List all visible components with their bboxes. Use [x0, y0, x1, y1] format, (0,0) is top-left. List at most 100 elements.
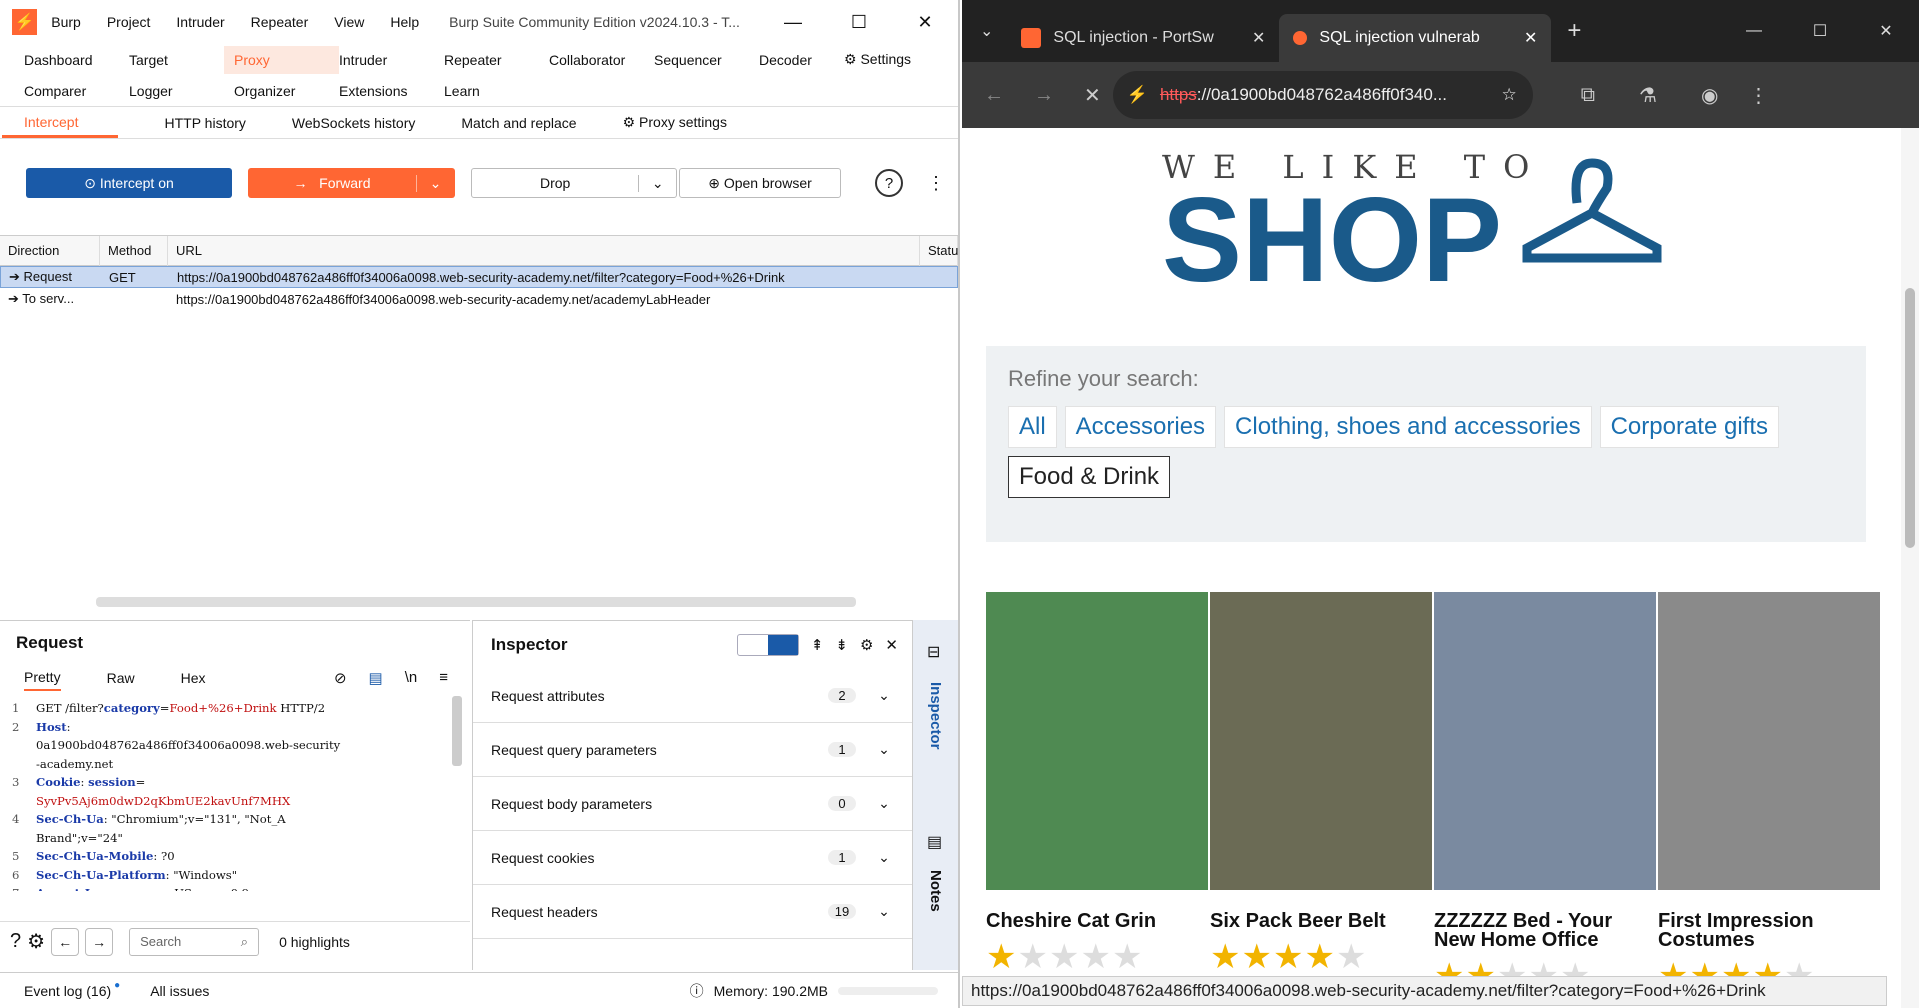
product-image[interactable]	[1434, 592, 1658, 890]
chrome-menu-icon[interactable]: ⋮	[1748, 83, 1768, 108]
settings-icon[interactable]: ⚙	[27, 929, 45, 954]
tab-learn[interactable]: Learn	[444, 83, 549, 99]
product-image[interactable]	[986, 592, 1210, 890]
extensions-icon[interactable]: ⧉	[1581, 84, 1595, 107]
tab-target[interactable]: Target	[129, 52, 234, 68]
close-tab-icon[interactable]: ✕	[1252, 28, 1265, 48]
inspector-section[interactable]: Request cookies 1 ⌄	[473, 831, 912, 885]
newline-icon[interactable]: \n	[405, 669, 418, 687]
menu-intruder[interactable]: Intruder	[176, 14, 224, 30]
tab-logger[interactable]: Logger	[129, 83, 234, 99]
tab-repeater[interactable]: Repeater	[444, 52, 549, 68]
address-bar[interactable]: ⚡ https://0a1900bd048762a486ff0f340... ☆	[1112, 71, 1533, 119]
menu-repeater[interactable]: Repeater	[251, 14, 309, 30]
close-tab-icon[interactable]: ✕	[1524, 28, 1537, 48]
table-row[interactable]: ➔ Request GET https://0a1900bd048762a486…	[0, 266, 958, 288]
collapse-icon[interactable]: ⇟	[835, 636, 848, 654]
settings-button[interactable]: ⚙ Settings	[844, 51, 911, 68]
col-url[interactable]: URL	[168, 235, 920, 266]
col-direction[interactable]: Direction	[0, 235, 100, 266]
search-input[interactable]: Search ⌕	[129, 927, 260, 956]
browser-tab-active[interactable]: SQL injection vulnerab ✕	[1279, 14, 1552, 62]
chevron-down-icon[interactable]: ⌄	[856, 849, 912, 866]
chevron-down-icon[interactable]: ⌄	[856, 795, 912, 812]
product-image[interactable]	[1210, 592, 1434, 890]
editor-scrollbar[interactable]	[452, 696, 462, 766]
maximize-icon[interactable]: ☐	[1787, 21, 1853, 41]
product-card[interactable]: Cheshire Cat Grin ★★★★★	[986, 592, 1210, 996]
help-icon[interactable]: ?	[875, 169, 903, 197]
inspector-section[interactable]: Request body parameters 0 ⌄	[473, 777, 912, 831]
subtab-match-replace[interactable]: Match and replace	[461, 115, 576, 131]
scrollbar-thumb[interactable]	[1905, 288, 1915, 548]
hide-icon[interactable]: ⊘	[334, 669, 347, 687]
tab-proxy[interactable]: Proxy	[224, 45, 339, 74]
minimize-icon[interactable]: —	[760, 12, 826, 33]
subtab-websockets-history[interactable]: WebSockets history	[292, 115, 415, 131]
tab-raw[interactable]: Raw	[107, 670, 135, 686]
more-options-icon[interactable]: ⋮	[927, 173, 945, 194]
back-icon[interactable]: ←	[984, 84, 1004, 107]
minimize-icon[interactable]: —	[1721, 22, 1787, 40]
subtab-intercept[interactable]: Intercept	[2, 108, 119, 138]
inspector-section[interactable]: Request headers 19 ⌄	[473, 885, 912, 939]
tab-comparer[interactable]: Comparer	[24, 83, 129, 99]
category-link[interactable]: Accessories	[1064, 406, 1217, 448]
close-icon[interactable]: ✕	[885, 636, 898, 654]
expand-icon[interactable]: ⇞	[811, 636, 824, 654]
table-horizontal-scrollbar[interactable]	[96, 597, 856, 607]
sidetab-notes[interactable]: Notes	[927, 870, 944, 912]
table-row[interactable]: ➔ To serv... https://0a1900bd048762a486f…	[0, 288, 958, 310]
chevron-down-icon[interactable]: ⌄	[856, 741, 912, 758]
profile-icon[interactable]: ◉	[1701, 83, 1718, 108]
col-method[interactable]: Method	[100, 235, 168, 266]
stop-loading-icon[interactable]: ✕	[1084, 83, 1101, 108]
maximize-icon[interactable]: ☐	[826, 12, 892, 33]
chevron-down-icon[interactable]: ⌄	[856, 903, 912, 920]
bookmark-star-icon[interactable]: ☆	[1502, 85, 1517, 105]
page-scrollbar[interactable]	[1901, 128, 1919, 1008]
tab-sequencer[interactable]: Sequencer	[654, 52, 759, 68]
tab-extensions[interactable]: Extensions	[339, 83, 444, 99]
product-card[interactable]: Six Pack Beer Belt ★★★★★	[1210, 592, 1434, 996]
tab-collaborator[interactable]: Collaborator	[549, 52, 654, 68]
tab-pretty[interactable]: Pretty	[24, 669, 61, 691]
category-link[interactable]: All	[1008, 406, 1057, 448]
drop-button[interactable]: Drop ⌄	[471, 168, 677, 198]
open-browser-button[interactable]: ⊕ Open browser	[679, 168, 841, 198]
close-icon[interactable]: ✕	[1853, 21, 1919, 41]
menu-icon[interactable]: ≡	[439, 669, 448, 687]
event-log-link[interactable]: Event log (16)	[24, 983, 111, 999]
sidetab-inspector[interactable]: Inspector	[927, 682, 944, 750]
tab-organizer[interactable]: Organizer	[234, 83, 339, 99]
tab-decoder[interactable]: Decoder	[759, 52, 844, 68]
previous-icon[interactable]: ←	[51, 927, 80, 956]
help-icon[interactable]: ?	[10, 930, 21, 953]
gear-icon[interactable]: ⚙	[860, 636, 873, 654]
category-link[interactable]: Clothing, shoes and accessories	[1224, 406, 1592, 448]
chevron-down-icon[interactable]: ⌄	[638, 174, 676, 192]
category-link[interactable]: Corporate gifts	[1599, 406, 1779, 448]
proxy-settings-button[interactable]: ⚙ Proxy settings	[623, 114, 727, 131]
chevron-down-icon[interactable]: ⌄	[856, 687, 912, 704]
all-issues-link[interactable]: All issues	[150, 983, 209, 999]
category-link[interactable]: Food & Drink	[1008, 456, 1171, 498]
chevron-down-icon[interactable]: ⌄	[416, 174, 454, 192]
menu-help[interactable]: Help	[390, 14, 419, 30]
tab-intruder[interactable]: Intruder	[339, 52, 444, 68]
site-info-icon[interactable]: ⚡	[1127, 85, 1148, 105]
menu-burp[interactable]: Burp	[51, 14, 81, 30]
product-image[interactable]	[1658, 592, 1882, 890]
subtab-http-history[interactable]: HTTP history	[164, 115, 245, 131]
forward-button[interactable]: → Forward ⌄	[248, 168, 455, 198]
labs-flask-icon[interactable]: ⚗	[1639, 83, 1657, 108]
menu-project[interactable]: Project	[107, 14, 151, 30]
browser-tab[interactable]: SQL injection - PortSw ✕	[1007, 14, 1279, 62]
new-tab-icon[interactable]: +	[1567, 17, 1581, 45]
tab-search-icon[interactable]: ⌄	[980, 21, 993, 41]
menu-view[interactable]: View	[334, 14, 364, 30]
product-card[interactable]: ZZZZZZ Bed - Your New Home Office★★★★★	[1434, 592, 1658, 996]
close-icon[interactable]: ✕	[892, 12, 958, 33]
inspector-section[interactable]: Request attributes 2 ⌄	[473, 669, 912, 723]
inspector-section[interactable]: Request query parameters 1 ⌄	[473, 723, 912, 777]
